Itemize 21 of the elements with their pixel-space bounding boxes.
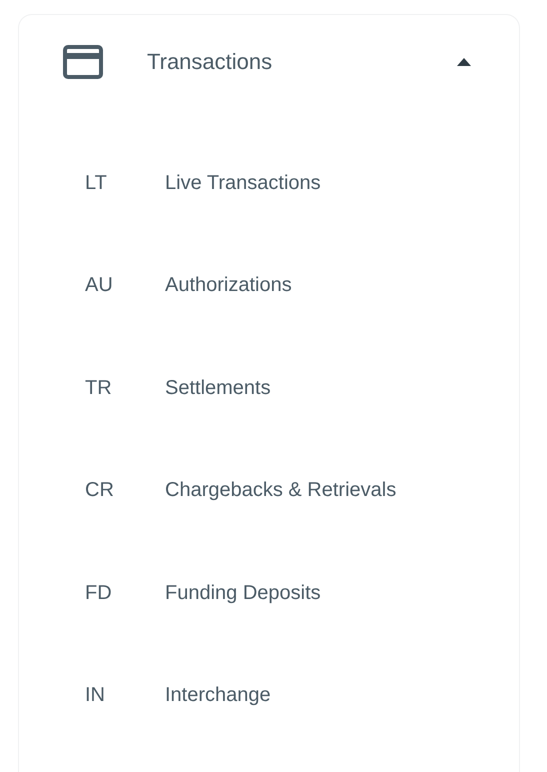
menu-item[interactable]: AU Authorizations bbox=[19, 234, 519, 337]
item-label: Settlements bbox=[165, 376, 271, 400]
item-abbreviation: FD bbox=[85, 582, 113, 605]
item-label: Live Transactions bbox=[165, 172, 321, 195]
item-abbreviation: IN bbox=[85, 684, 106, 708]
menu-item[interactable]: LT Live Transactions bbox=[19, 132, 519, 234]
menu-item[interactable]: CR Chargebacks & Retrievals bbox=[19, 440, 519, 542]
item-abbreviation: AU bbox=[85, 274, 114, 298]
item-abbreviation: TR bbox=[85, 376, 113, 400]
menu-item[interactable]: FD Funding Deposits bbox=[19, 542, 519, 644]
credit-card-icon bbox=[63, 45, 103, 79]
section-title: Transactions bbox=[147, 49, 274, 75]
item-abbreviation: CR bbox=[85, 479, 115, 502]
item-label: Chargebacks & Retrievals bbox=[165, 479, 396, 502]
menu-item[interactable]: TR Settlements bbox=[19, 337, 519, 440]
item-label: Authorizations bbox=[165, 274, 292, 298]
section-header[interactable]: Transactions bbox=[19, 15, 519, 109]
item-label: Funding Deposits bbox=[165, 582, 321, 605]
item-abbreviation: LT bbox=[85, 172, 108, 195]
item-label: Interchange bbox=[165, 684, 271, 708]
menu-item[interactable]: IN Interchange bbox=[19, 644, 519, 747]
